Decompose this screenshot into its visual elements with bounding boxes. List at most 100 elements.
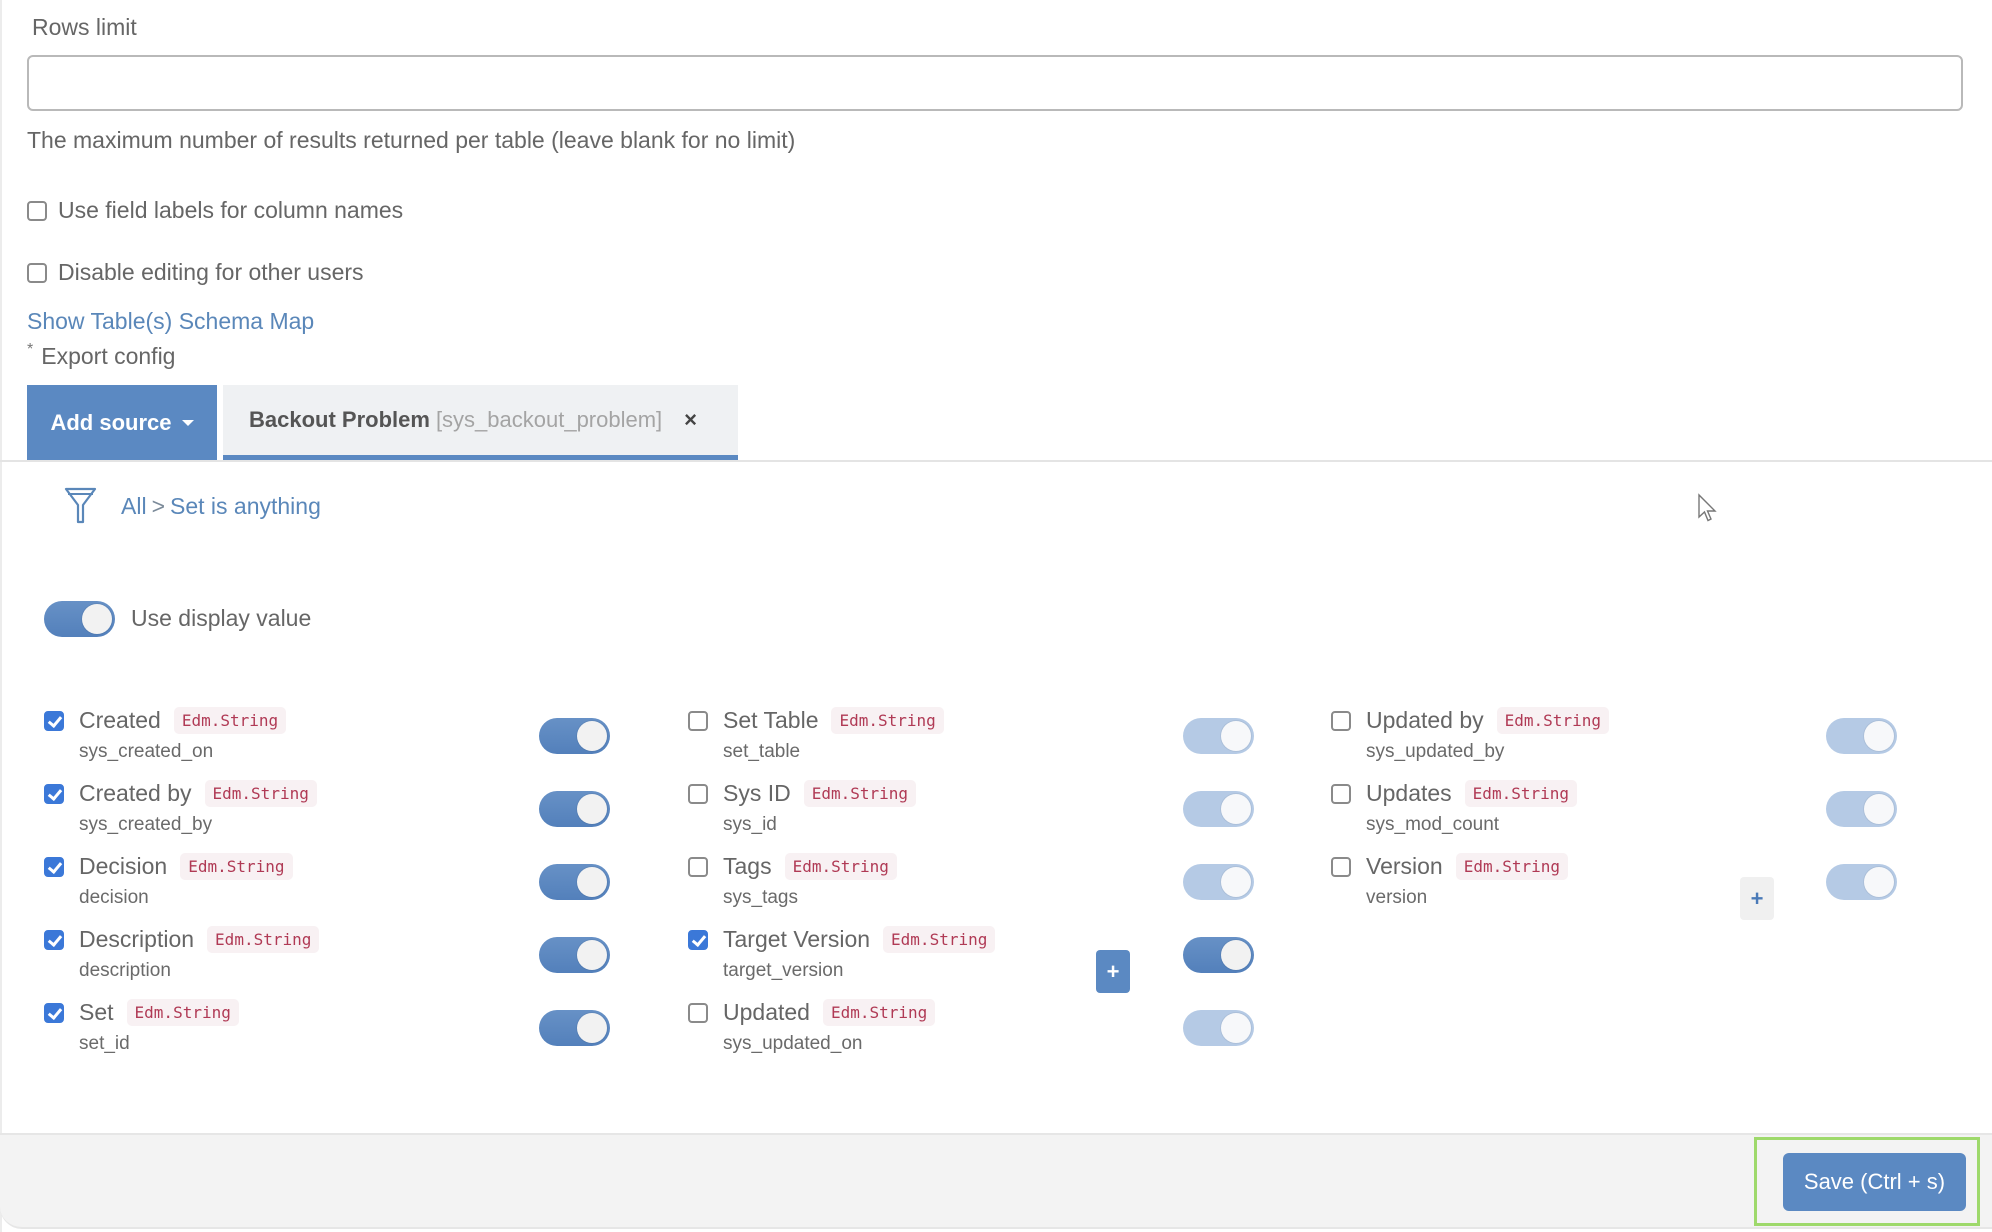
field-type-badge: Edm.String xyxy=(883,926,996,953)
use-field-labels-label: Use field labels for column names xyxy=(58,197,404,223)
field-checkbox[interactable] xyxy=(688,784,708,804)
filter-breadcrumb: All > Set is anything xyxy=(64,487,321,525)
use-field-labels-option[interactable]: Use field labels for column names xyxy=(27,197,403,224)
rows-limit-input[interactable] xyxy=(27,55,1963,111)
mouse-cursor-icon xyxy=(1698,493,1717,522)
field-title: Updates Edm.String xyxy=(1366,780,1577,807)
field-label: Updated by xyxy=(1366,707,1484,733)
field-display-toggle[interactable] xyxy=(539,1010,610,1046)
field-title: Description Edm.String xyxy=(79,926,320,953)
required-marker: * xyxy=(27,341,34,358)
add-field-button[interactable]: + xyxy=(1096,950,1130,993)
save-button[interactable]: Save (Ctrl + s) xyxy=(1783,1153,1966,1211)
field-type-badge: Edm.String xyxy=(180,853,293,880)
field-name: sys_created_by xyxy=(79,814,213,835)
add-field-button[interactable]: + xyxy=(1740,877,1774,920)
field-title: Target Version Edm.String xyxy=(723,926,996,953)
field-checkbox[interactable] xyxy=(1331,711,1351,731)
field-display-toggle[interactable] xyxy=(1183,718,1254,754)
show-schema-map-link[interactable]: Show Table(s) Schema Map xyxy=(27,308,314,335)
field-display-toggle[interactable] xyxy=(1826,791,1897,827)
field-display-toggle[interactable] xyxy=(1183,791,1254,827)
use-field-labels-checkbox[interactable] xyxy=(27,200,47,221)
field-name: sys_created_on xyxy=(79,741,214,762)
rows-limit-help: The maximum number of results returned p… xyxy=(27,127,796,153)
filter-condition-link[interactable]: Set is anything xyxy=(170,493,321,520)
field-label: Tags xyxy=(723,853,772,879)
field-title: Created Edm.String xyxy=(79,707,287,734)
field-checkbox[interactable] xyxy=(688,1003,708,1023)
source-tab-name: Backout Problem xyxy=(249,407,430,432)
field-label: Sys ID xyxy=(723,780,791,806)
field-type-badge: Edm.String xyxy=(1455,853,1569,880)
use-display-value-toggle[interactable] xyxy=(44,601,115,637)
field-title: Set Table Edm.String xyxy=(723,707,944,734)
field-title: Tags Edm.String xyxy=(723,853,897,880)
field-name: sys_id xyxy=(723,814,777,835)
field-checkbox[interactable] xyxy=(688,857,708,877)
field-checkbox[interactable] xyxy=(688,711,708,731)
field-checkbox[interactable] xyxy=(44,711,64,731)
field-checkbox[interactable] xyxy=(44,1003,64,1023)
field-name: description xyxy=(79,960,171,981)
disable-editing-label: Disable editing for other users xyxy=(58,259,364,285)
field-display-toggle[interactable] xyxy=(1826,718,1897,754)
field-name: target_version xyxy=(723,960,844,981)
field-title: Set Edm.String xyxy=(79,999,239,1026)
filter-root-link[interactable]: All xyxy=(121,493,147,520)
field-label: Created by xyxy=(79,780,192,806)
field-checkbox[interactable] xyxy=(688,930,708,950)
add-source-button[interactable]: Add source xyxy=(27,385,217,460)
field-display-toggle[interactable] xyxy=(539,791,610,827)
field-display-toggle[interactable] xyxy=(539,864,610,900)
disable-editing-checkbox[interactable] xyxy=(27,262,47,283)
field-label: Set xyxy=(79,999,114,1025)
field-title: Created by Edm.String xyxy=(79,780,317,807)
field-title: Decision Edm.String xyxy=(79,853,293,880)
field-checkbox[interactable] xyxy=(1331,784,1351,804)
field-name: set_id xyxy=(79,1033,130,1054)
field-checkbox[interactable] xyxy=(44,857,64,877)
field-display-toggle[interactable] xyxy=(1183,864,1254,900)
field-title: Updated Edm.String xyxy=(723,999,936,1026)
field-checkbox[interactable] xyxy=(1331,857,1351,877)
field-type-badge: Edm.String xyxy=(207,926,320,953)
field-label: Updated xyxy=(723,999,810,1025)
close-icon[interactable]: × xyxy=(684,407,697,433)
field-label: Description xyxy=(79,926,195,952)
field-name: sys_updated_on xyxy=(723,1033,863,1054)
field-name: sys_updated_by xyxy=(1366,741,1505,762)
field-type-badge: Edm.String xyxy=(1464,780,1577,807)
filter-funnel-icon[interactable] xyxy=(64,487,97,525)
field-name: sys_mod_count xyxy=(1366,814,1500,835)
field-display-toggle[interactable] xyxy=(1183,1010,1254,1046)
field-type-badge: Edm.String xyxy=(784,853,897,880)
caret-down-icon xyxy=(181,419,194,426)
tabs-divider xyxy=(0,460,1992,462)
field-type-badge: Edm.String xyxy=(822,999,936,1026)
field-name: set_table xyxy=(723,741,801,762)
field-display-toggle[interactable] xyxy=(539,718,610,754)
field-display-toggle[interactable] xyxy=(1826,864,1897,900)
field-label: Decision xyxy=(79,853,168,879)
field-display-toggle[interactable] xyxy=(539,937,610,973)
use-display-value-label: Use display value xyxy=(131,605,312,631)
field-name: sys_tags xyxy=(723,887,798,908)
field-display-toggle[interactable] xyxy=(1183,937,1254,973)
field-title: Version Edm.String xyxy=(1366,853,1569,880)
footer-bar xyxy=(0,1133,1992,1229)
field-checkbox[interactable] xyxy=(44,930,64,950)
filter-separator: > xyxy=(151,492,165,519)
disable-editing-option[interactable]: Disable editing for other users xyxy=(27,259,364,286)
rows-limit-label: Rows limit xyxy=(32,14,137,40)
tab-backout-problem[interactable]: Backout Problem [sys_backout_problem] × xyxy=(223,385,738,460)
add-source-label: Add source xyxy=(50,409,172,435)
export-config-label: * Export config xyxy=(27,341,175,370)
card-border xyxy=(0,0,2,1232)
field-type-badge: Edm.String xyxy=(204,780,317,807)
field-name: version xyxy=(1366,887,1428,908)
field-name: decision xyxy=(79,887,149,908)
field-checkbox[interactable] xyxy=(44,784,64,804)
field-title: Updated by Edm.String xyxy=(1366,707,1609,734)
field-label: Target Version xyxy=(723,926,871,952)
